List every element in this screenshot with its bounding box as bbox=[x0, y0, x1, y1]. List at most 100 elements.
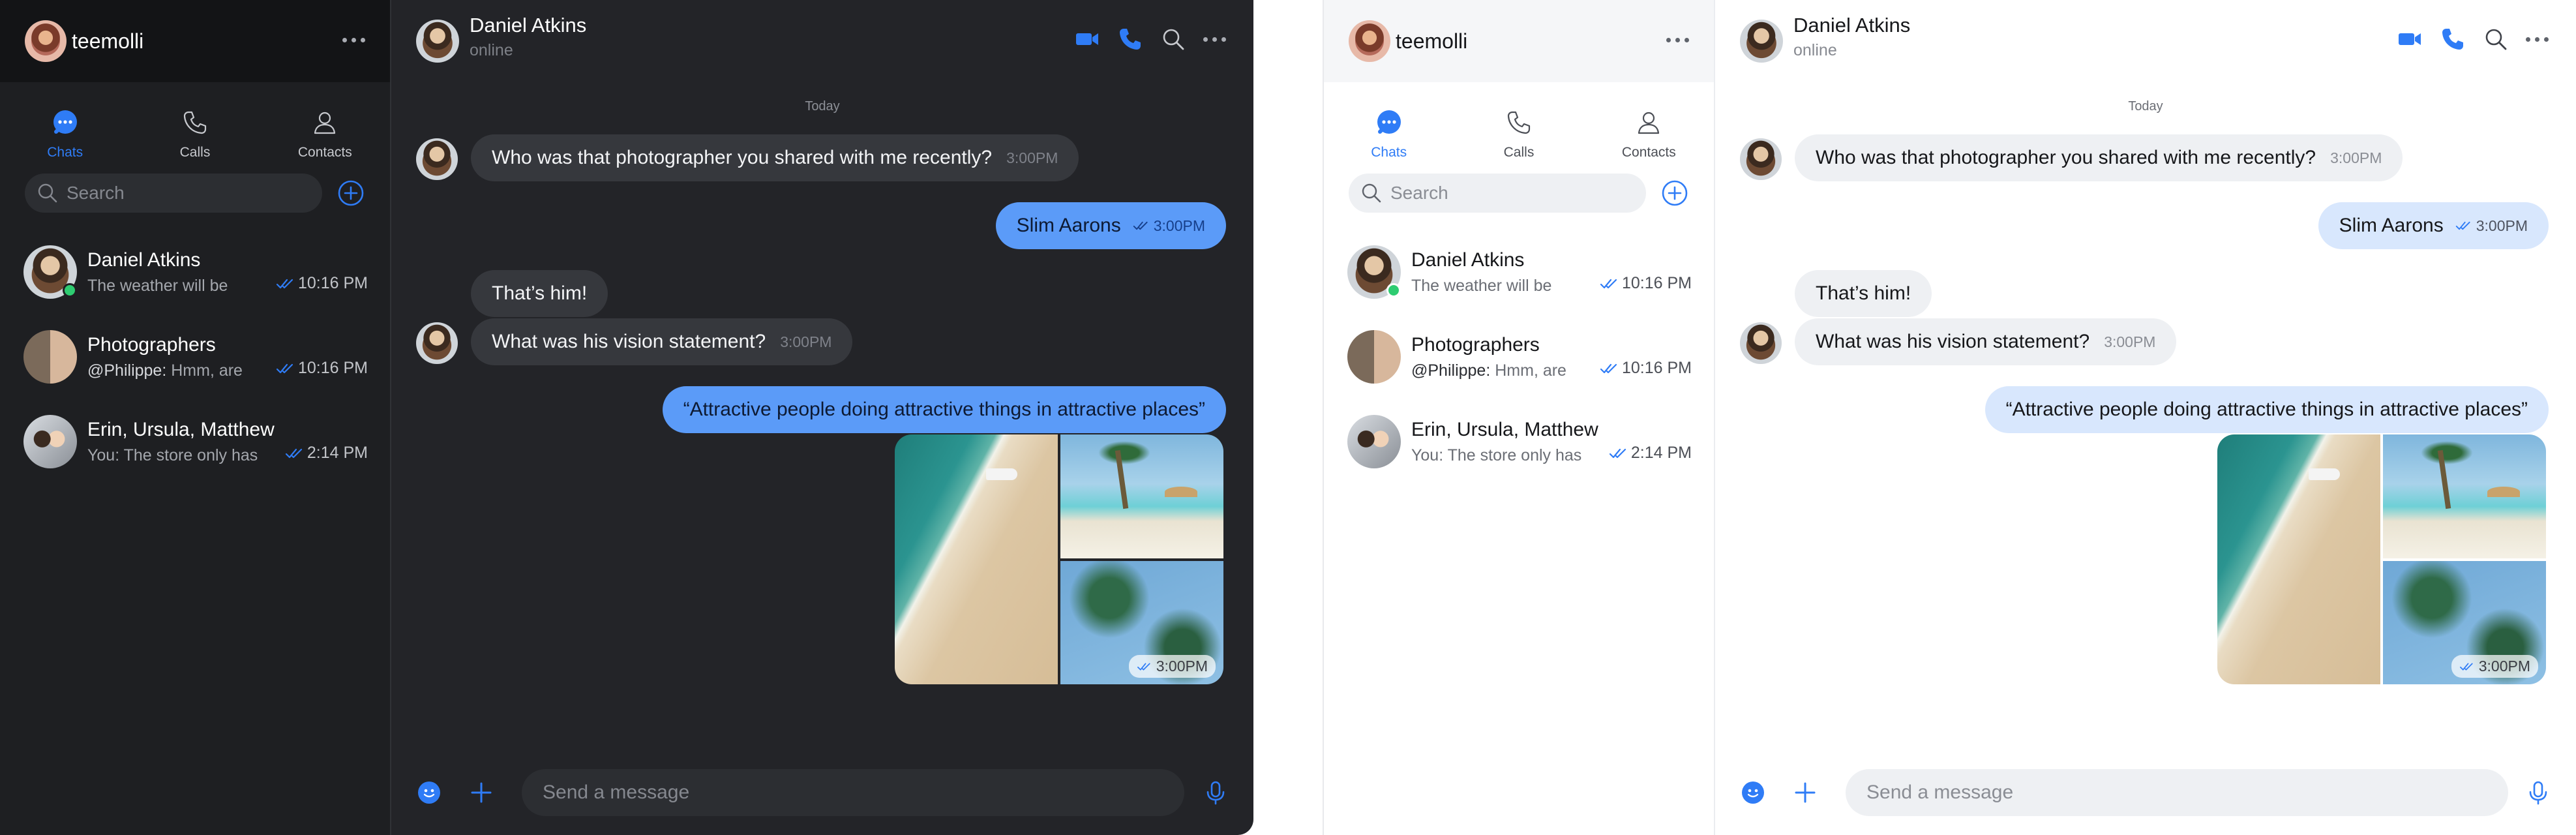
double-check-icon bbox=[1600, 279, 1617, 288]
avatar[interactable] bbox=[1349, 20, 1390, 62]
current-user-name: teemolli bbox=[72, 29, 144, 53]
avatar[interactable] bbox=[1740, 20, 1783, 63]
phone-icon bbox=[1507, 111, 1531, 134]
contact-status: online bbox=[1793, 40, 1837, 59]
umbrella bbox=[2487, 487, 2520, 497]
message-bubble[interactable]: What was his vision statement? 3:00PM bbox=[471, 318, 853, 365]
preview-text: Hmm, are bbox=[1495, 361, 1566, 380]
avatar bbox=[1740, 138, 1782, 180]
photo[interactable] bbox=[1060, 434, 1223, 558]
sidebar: teemolli Chats Calls Contacts Search Dan… bbox=[0, 0, 391, 835]
message-time: 3:00PM bbox=[2330, 149, 2382, 166]
double-check-icon bbox=[1600, 363, 1617, 373]
dark-theme-window: teemolli Chats Calls Contacts Search Dan… bbox=[0, 0, 1253, 835]
message-input[interactable] bbox=[1846, 769, 2508, 816]
search-icon[interactable] bbox=[2483, 26, 2509, 52]
chat-time-text: 2:14 PM bbox=[307, 444, 368, 462]
avatar bbox=[416, 322, 458, 364]
more-options-icon[interactable] bbox=[2526, 37, 2549, 42]
avatar[interactable] bbox=[25, 20, 67, 62]
voice-call-icon[interactable] bbox=[2440, 26, 2466, 52]
chat-item-daniel-atkins[interactable]: Daniel Atkins The weather will be 10:16 … bbox=[1324, 230, 1714, 314]
chat-item-daniel-atkins[interactable]: Daniel Atkins The weather will be 10:16 … bbox=[0, 230, 390, 314]
double-check-icon bbox=[276, 279, 293, 288]
avatar bbox=[1347, 330, 1401, 384]
photo-grid[interactable]: 3:00PM bbox=[2217, 434, 2546, 684]
double-check-icon bbox=[285, 448, 302, 458]
tab-calls[interactable]: Calls bbox=[1454, 108, 1583, 167]
chat-list: Daniel Atkins The weather will be 10:16 … bbox=[0, 230, 390, 484]
nav-tabs: Chats Calls Contacts bbox=[0, 82, 390, 167]
tab-label: Calls bbox=[1503, 145, 1535, 160]
person-icon bbox=[314, 112, 336, 134]
message-bubble[interactable]: “Attractive people doing attractive thin… bbox=[1984, 386, 2549, 433]
avatar[interactable] bbox=[416, 20, 459, 63]
avatar bbox=[23, 245, 77, 299]
chat-item-photographers[interactable]: Photographers @Philippe: Hmm, are 10:16 … bbox=[1324, 314, 1714, 399]
message-text: “Attractive people doing attractive thin… bbox=[683, 399, 1205, 420]
photo[interactable] bbox=[895, 434, 1058, 684]
message-input[interactable] bbox=[522, 769, 1184, 816]
search-box bbox=[25, 174, 322, 213]
video-call-icon[interactable] bbox=[1074, 26, 1100, 52]
chat-item-erin-ursula-matthew[interactable]: Erin, Ursula, Matthew You: The store onl… bbox=[1324, 399, 1714, 484]
chat-time-text: 10:16 PM bbox=[1621, 359, 1692, 377]
photo[interactable] bbox=[2383, 434, 2546, 558]
chat-time: 10:16 PM bbox=[276, 359, 368, 378]
plus-icon[interactable] bbox=[468, 780, 494, 806]
emoji-icon[interactable] bbox=[1740, 780, 1766, 806]
message-bubble[interactable]: That’s him! bbox=[471, 270, 608, 317]
preview-sender: @Philippe: bbox=[1411, 361, 1491, 380]
message-bubble[interactable]: What was his vision statement? 3:00PM bbox=[1795, 318, 2177, 365]
tab-calls[interactable]: Calls bbox=[130, 108, 260, 167]
day-divider: Today bbox=[805, 99, 840, 114]
contact-name: Daniel Atkins bbox=[470, 13, 587, 37]
chat-name: Photographers bbox=[87, 333, 216, 356]
microphone-icon[interactable] bbox=[2525, 780, 2551, 806]
chat-time-text: 10:16 PM bbox=[297, 359, 368, 377]
search-icon bbox=[1362, 183, 1381, 203]
voice-call-icon[interactable] bbox=[1117, 26, 1143, 52]
more-options-icon[interactable] bbox=[342, 38, 365, 42]
message-bubble[interactable]: Who was that photographer you shared wit… bbox=[1795, 134, 2403, 181]
more-options-icon[interactable] bbox=[1666, 38, 1689, 42]
message-text: Who was that photographer you shared wit… bbox=[1816, 147, 2316, 168]
chat-time: 2:14 PM bbox=[1609, 444, 1692, 463]
new-chat-icon[interactable] bbox=[337, 179, 365, 207]
message-bubble[interactable]: Slim Aarons 3:00PM bbox=[995, 202, 1226, 249]
chat-item-erin-ursula-matthew[interactable]: Erin, Ursula, Matthew You: The store onl… bbox=[0, 399, 390, 484]
message-text: That’s him! bbox=[1816, 282, 1911, 304]
message-bubble[interactable]: Slim Aarons 3:00PM bbox=[2318, 202, 2549, 249]
tab-label: Calls bbox=[179, 145, 211, 160]
tab-label: Contacts bbox=[297, 145, 352, 160]
tab-chats[interactable]: Chats bbox=[0, 108, 130, 167]
message-bubble[interactable]: Who was that photographer you shared wit… bbox=[471, 134, 1079, 181]
chat-bubble-icon bbox=[1377, 110, 1401, 134]
sidebar: teemolli Chats Calls Contacts Search Dan… bbox=[1324, 0, 1715, 835]
photo-grid[interactable]: 3:00PM bbox=[895, 434, 1223, 684]
photo[interactable] bbox=[2217, 434, 2380, 684]
chat-item-photographers[interactable]: Photographers @Philippe: Hmm, are 10:16 … bbox=[0, 314, 390, 399]
palm-leaves bbox=[2421, 441, 2473, 464]
tab-chats[interactable]: Chats bbox=[1324, 108, 1454, 167]
message-text: Slim Aarons bbox=[1016, 215, 1121, 236]
search-input[interactable] bbox=[67, 183, 301, 204]
search-input[interactable] bbox=[1390, 183, 1625, 204]
message-bubble[interactable]: That’s him! bbox=[1795, 270, 1932, 317]
search-icon[interactable] bbox=[1160, 26, 1186, 52]
more-options-icon[interactable] bbox=[1203, 37, 1226, 42]
tab-contacts[interactable]: Contacts bbox=[260, 108, 390, 167]
tab-contacts[interactable]: Contacts bbox=[1584, 108, 1714, 167]
new-chat-icon[interactable] bbox=[1660, 179, 1689, 207]
phone-icon bbox=[183, 111, 207, 134]
header-actions bbox=[1074, 26, 1226, 52]
avatar bbox=[416, 138, 458, 180]
contact-name: Daniel Atkins bbox=[1793, 13, 1911, 37]
message-bubble[interactable]: “Attractive people doing attractive thin… bbox=[662, 386, 1226, 433]
emoji-icon[interactable] bbox=[416, 780, 442, 806]
chat-name: Erin, Ursula, Matthew bbox=[1411, 418, 1598, 440]
microphone-icon[interactable] bbox=[1203, 780, 1229, 806]
plus-icon[interactable] bbox=[1792, 780, 1818, 806]
video-call-icon[interactable] bbox=[2397, 26, 2423, 52]
palm-leaves bbox=[1098, 441, 1150, 464]
